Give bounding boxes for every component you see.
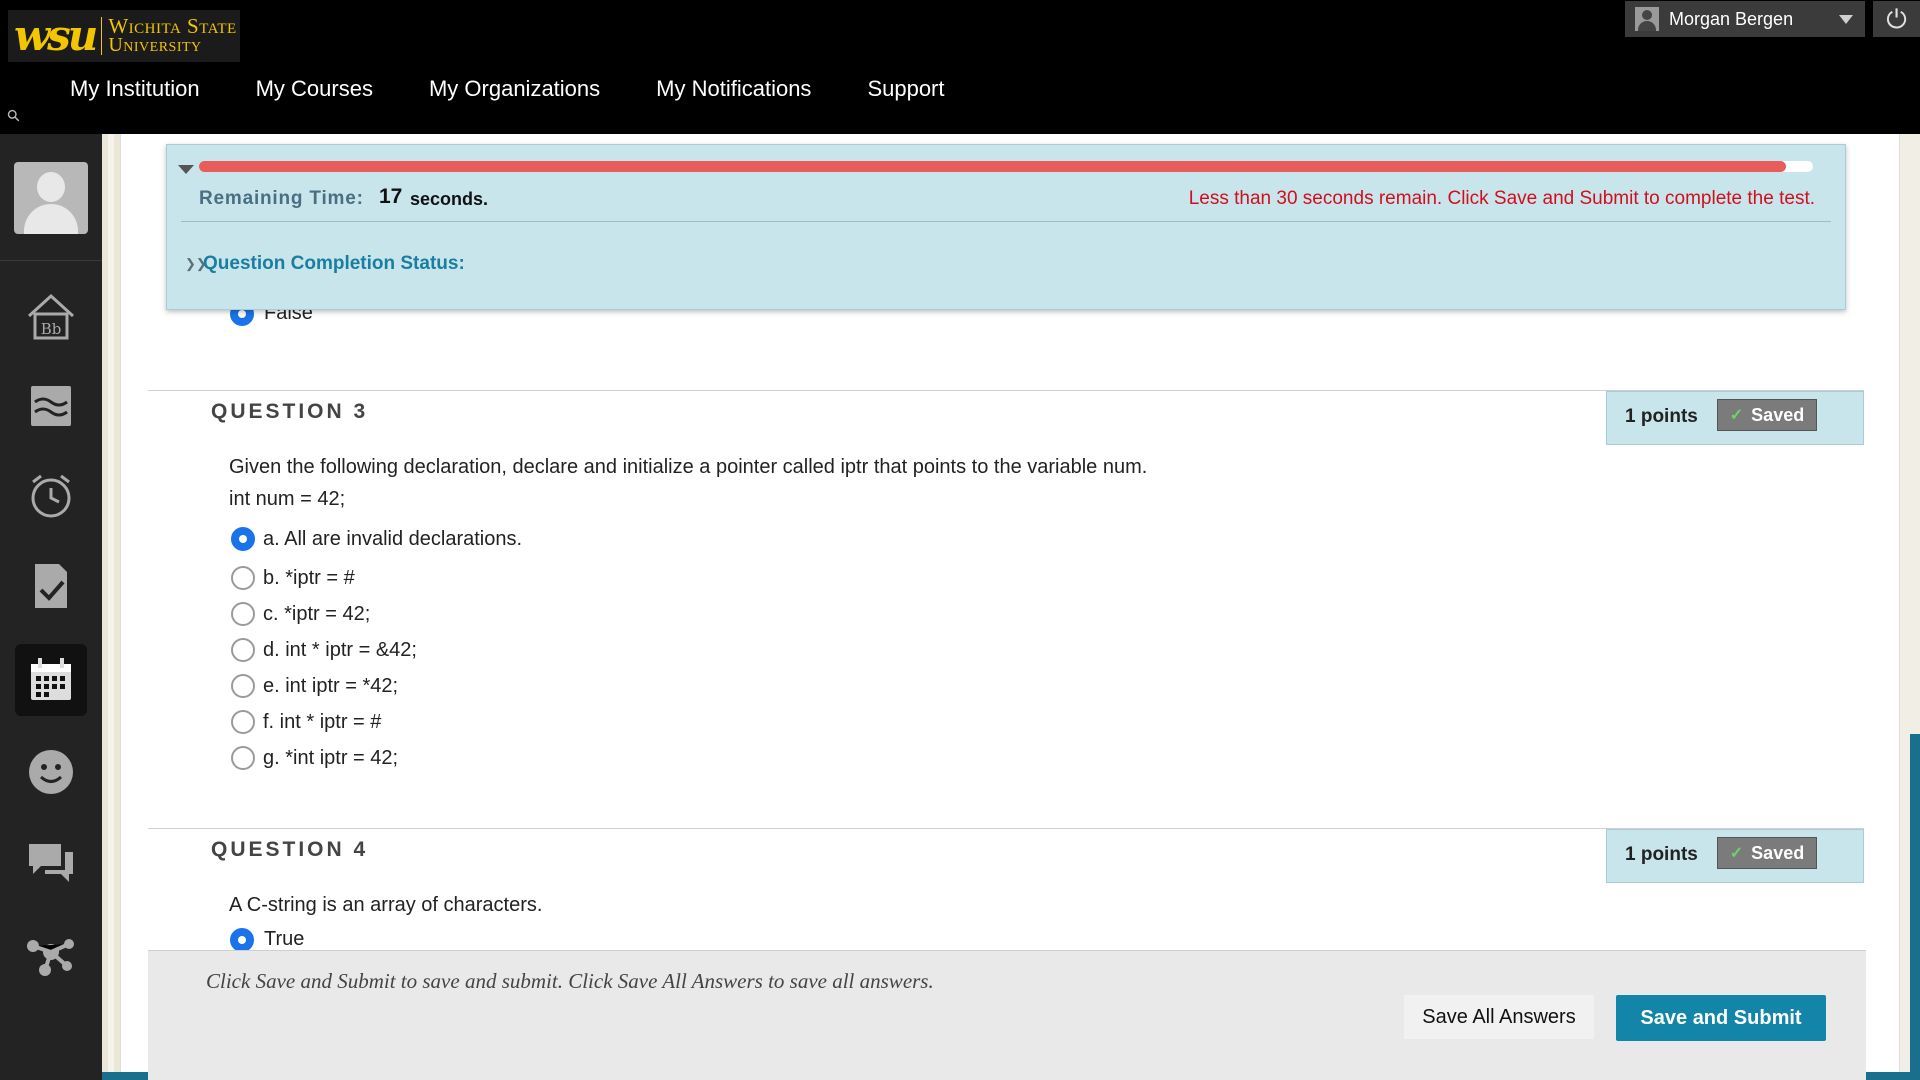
svg-text:Bb: Bb [41,320,62,338]
question-4-option-true[interactable]: True [264,928,304,951]
question-3-option-e[interactable]: e. int iptr = *42; [263,675,398,698]
content-stripe [102,134,120,1080]
check-icon: ✓ [1729,845,1744,862]
course-stream-icon[interactable] [15,370,87,442]
question-4-points-box: 1 points ✓ Saved [1606,829,1864,883]
grades-icon[interactable] [15,550,87,622]
sidebar-divider [0,260,102,261]
time-warning-message: Less than 30 seconds remain. Click Save … [1188,188,1815,209]
user-menu[interactable]: Morgan Bergen [1625,1,1865,37]
remaining-time-value: 17 [379,185,403,208]
question-3-radio-c[interactable] [231,602,255,626]
question-4-text: A C-string is an array of characters. [229,894,543,916]
tools-icon[interactable] [15,916,87,988]
nav-my-courses[interactable]: My Courses [256,76,373,102]
question-4-points: 1 points [1625,844,1698,865]
save-and-submit-button[interactable]: Save and Submit [1616,995,1826,1041]
pin-icon[interactable]: ⚲ [3,105,25,127]
saved-label: Saved [1751,842,1805,863]
question-3-radio-g[interactable] [231,746,255,770]
question-3-text-line-2: int num = 42; [229,488,346,510]
home-icon[interactable]: Bb [15,280,87,352]
timer-divider [181,221,1831,222]
submit-footer: Click Save and Submit to save and submit… [148,950,1866,1080]
logo-line-2: University [108,34,202,56]
question-3-option-g[interactable]: g. *int iptr = 42; [263,747,398,770]
question-3-option-d[interactable]: d. int * iptr = &42; [263,639,417,662]
question-4-saved-badge: ✓ Saved [1717,837,1817,869]
nav-support[interactable]: Support [867,76,944,102]
nav-my-institution[interactable]: My Institution [70,76,200,102]
saved-label: Saved [1751,404,1805,425]
profile-avatar[interactable] [14,162,88,234]
question-3-radio-a[interactable] [231,527,255,551]
left-sidebar: Bb [0,134,102,1080]
timer-progress-fill [199,161,1786,172]
user-avatar-icon [1635,7,1659,31]
clock-icon[interactable] [15,460,87,532]
question-4-radio-true[interactable] [230,928,254,952]
nav-my-notifications[interactable]: My Notifications [656,76,811,102]
logo-text: Wichita State University [108,16,236,56]
smiley-icon[interactable] [15,736,87,808]
question-3-points: 1 points [1625,406,1698,427]
collapse-triangle-icon[interactable] [178,165,194,174]
test-timer-panel: Remaining Time: 17 seconds. Less than 30… [166,144,1846,310]
remaining-time-unit: seconds. [410,189,489,209]
question-3-points-box: 1 points ✓ Saved [1606,391,1864,445]
university-logo[interactable]: wsu Wichita State University [8,10,240,62]
footer-instructions: Click Save and Submit to save and submit… [206,969,934,993]
question-3-title: QUESTION 3 [211,400,369,423]
question-3-radio-b[interactable] [231,566,255,590]
top-header: wsu Wichita State University Morgan Berg… [0,0,1920,134]
main-nav: My Institution My Courses My Organizatio… [70,76,1001,102]
scrollbar-edge[interactable] [1910,734,1920,1080]
calendar-icon[interactable] [15,644,87,716]
messages-icon[interactable] [15,826,87,898]
question-3-radio-f[interactable] [231,710,255,734]
question-3-radio-e[interactable] [231,674,255,698]
question-3-radio-d[interactable] [231,638,255,662]
question-3-option-b[interactable]: b. *iptr = # [263,567,355,590]
question-3-option-f[interactable]: f. int * iptr = # [263,711,381,734]
question-3-text-line-1: Given the following declaration, declare… [229,456,1148,478]
logout-button[interactable]: ⏻ [1873,1,1920,37]
power-icon: ⏻ [1886,4,1907,34]
question-3-option-a[interactable]: a. All are invalid declarations. [263,528,522,551]
nav-my-organizations[interactable]: My Organizations [429,76,600,102]
check-icon: ✓ [1729,407,1744,424]
logo-divider [101,17,103,55]
question-3-option-c[interactable]: c. *iptr = 42; [263,603,370,626]
user-name: Morgan Bergen [1669,8,1794,29]
chevron-down-icon [1839,14,1853,24]
question-4-title: QUESTION 4 [211,838,369,861]
remaining-time-label: Remaining Time: [199,188,364,209]
save-all-answers-button[interactable]: Save All Answers [1404,995,1594,1039]
logo-mark: wsu [14,11,98,60]
question-completion-status-toggle[interactable]: Question Completion Status: [203,253,465,275]
question-3-saved-badge: ✓ Saved [1717,399,1817,431]
